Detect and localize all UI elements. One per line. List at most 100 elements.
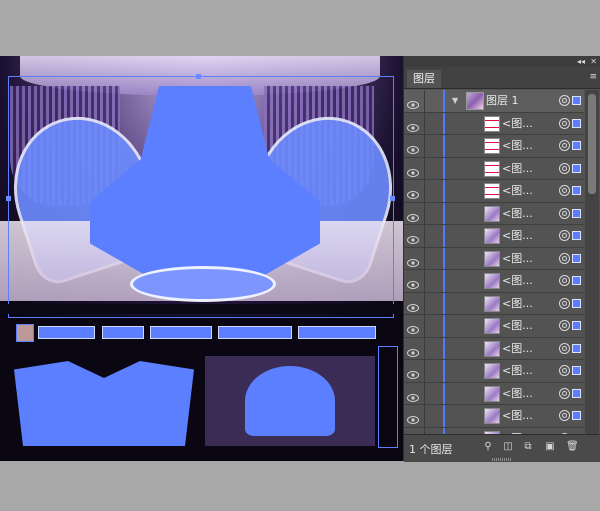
target-circle-icon[interactable] [559,342,570,354]
strip-thumbnail[interactable] [16,324,34,342]
lock-column[interactable] [424,247,425,269]
lock-column[interactable] [424,112,425,134]
selection-indicator[interactable] [572,208,581,218]
lock-column[interactable] [424,315,425,337]
visibility-eye-icon[interactable] [407,253,419,267]
selection-indicator[interactable] [572,343,581,353]
visibility-eye-icon[interactable] [407,95,419,109]
sublayer-name[interactable]: <图... [502,158,533,179]
sublayer-name[interactable]: <图... [502,135,533,156]
arch-artwork[interactable] [245,366,335,436]
layer-name[interactable]: 图层 1 [486,90,519,111]
artboard-canvas[interactable] [0,56,404,461]
sublayer-name[interactable]: <图... [502,203,533,224]
layer-row[interactable]: <图... [404,135,584,158]
lock-column[interactable] [424,135,425,157]
layer-row[interactable]: <图... [404,202,584,225]
layer-row[interactable]: <图... [404,180,584,203]
lower-mid-panel[interactable] [205,356,375,446]
new-sublayer-icon[interactable]: ⧉ [522,441,534,453]
target-circle-icon[interactable] [559,410,570,421]
layer-row[interactable]: <图... [404,157,584,180]
strip-bar[interactable] [102,326,144,339]
target-circle-icon[interactable] [559,207,570,219]
selection-indicator[interactable] [572,96,581,105]
selection-indicator[interactable] [572,141,581,150]
target-circle-icon[interactable] [559,140,570,151]
selection-handle[interactable] [6,196,11,201]
strip-bar[interactable] [218,326,292,339]
layer-row[interactable]: <图... [404,382,584,405]
layer-row[interactable]: <图... [404,405,584,428]
sublayer-name[interactable]: <图... [502,180,533,201]
lock-column[interactable] [424,360,425,382]
new-layer-icon[interactable]: ▣ [544,441,556,453]
scrollbar-thumb[interactable] [588,94,596,194]
panel-menu-icon[interactable]: ≡ [589,73,597,82]
panel-scrollbar[interactable] [585,90,599,434]
layer-row[interactable]: <图... [404,292,584,315]
sublayer-name[interactable]: <图... [502,383,533,404]
locate-object-icon[interactable]: ⚲ [482,441,494,453]
selection-indicator[interactable] [572,388,581,398]
target-circle-icon[interactable] [559,95,570,106]
lower-left-wing-artwork[interactable] [14,361,194,446]
sublayer-name[interactable]: <图... [502,113,533,134]
selection-indicator[interactable] [572,276,581,285]
lock-column[interactable] [424,292,425,314]
selection-handle[interactable] [196,74,201,79]
layer-row[interactable]: <图... [404,225,584,248]
lock-column[interactable] [424,180,425,202]
sublayer-name[interactable]: <图... [502,338,533,359]
selection-indicator[interactable] [572,163,581,173]
visibility-eye-icon[interactable] [407,410,419,424]
sublayer-name[interactable]: <图... [502,270,533,291]
layer-row[interactable]: <图... [404,337,584,360]
selection-handle[interactable] [390,196,395,201]
sublayer-name[interactable]: <图... [502,248,533,269]
layer-row[interactable]: <图... [404,247,584,270]
lower-right-frame[interactable] [378,346,398,448]
layer-row-parent[interactable]: ▼ 图层 1 [404,90,584,113]
selection-indicator[interactable] [572,321,581,330]
panel-title-bar[interactable]: ◂◂ ✕ [404,56,600,67]
visibility-eye-icon[interactable] [407,185,419,199]
layer-row[interactable]: <图... [404,315,584,338]
collapse-panel-icon[interactable]: ◂◂ [577,56,585,67]
visibility-eye-icon[interactable] [407,208,419,222]
target-circle-icon[interactable] [559,252,570,264]
target-circle-icon[interactable] [559,162,570,174]
resize-grip[interactable] [492,458,512,461]
selection-indicator[interactable] [572,298,581,308]
visibility-eye-icon[interactable] [407,163,419,177]
delete-layer-icon[interactable]: 🗑 [566,441,579,453]
target-circle-icon[interactable] [559,117,570,129]
target-circle-icon[interactable] [559,297,570,309]
lock-column[interactable] [424,337,425,359]
target-circle-icon[interactable] [559,275,570,286]
visibility-eye-icon[interactable] [407,140,419,154]
selection-indicator[interactable] [572,118,581,128]
selection-indicator[interactable] [572,186,581,195]
lock-column[interactable] [424,405,425,427]
lock-column[interactable] [424,157,425,179]
expand-triangle-icon[interactable]: ▼ [452,96,458,105]
layer-row[interactable]: <图... [404,112,584,135]
visibility-eye-icon[interactable] [407,230,419,244]
target-circle-icon[interactable] [559,387,570,399]
sublayer-name[interactable]: <图... [502,225,533,246]
lock-column[interactable] [424,225,425,247]
visibility-eye-icon[interactable] [407,320,419,334]
layer-row[interactable]: <图... [404,270,584,293]
strip-bar[interactable] [298,326,376,339]
make-clipping-mask-icon[interactable]: ◫ [502,441,514,453]
visibility-eye-icon[interactable] [407,298,419,312]
selection-indicator[interactable] [572,411,581,420]
layer-row[interactable]: <图... [404,360,584,383]
target-circle-icon[interactable] [559,185,570,196]
tab-layers[interactable]: 图层 [407,70,441,88]
sublayer-name[interactable]: <图... [502,360,533,381]
selection-bounding-box[interactable] [8,76,394,318]
sublayer-name[interactable]: <图... [502,293,533,314]
visibility-eye-icon[interactable] [407,365,419,379]
